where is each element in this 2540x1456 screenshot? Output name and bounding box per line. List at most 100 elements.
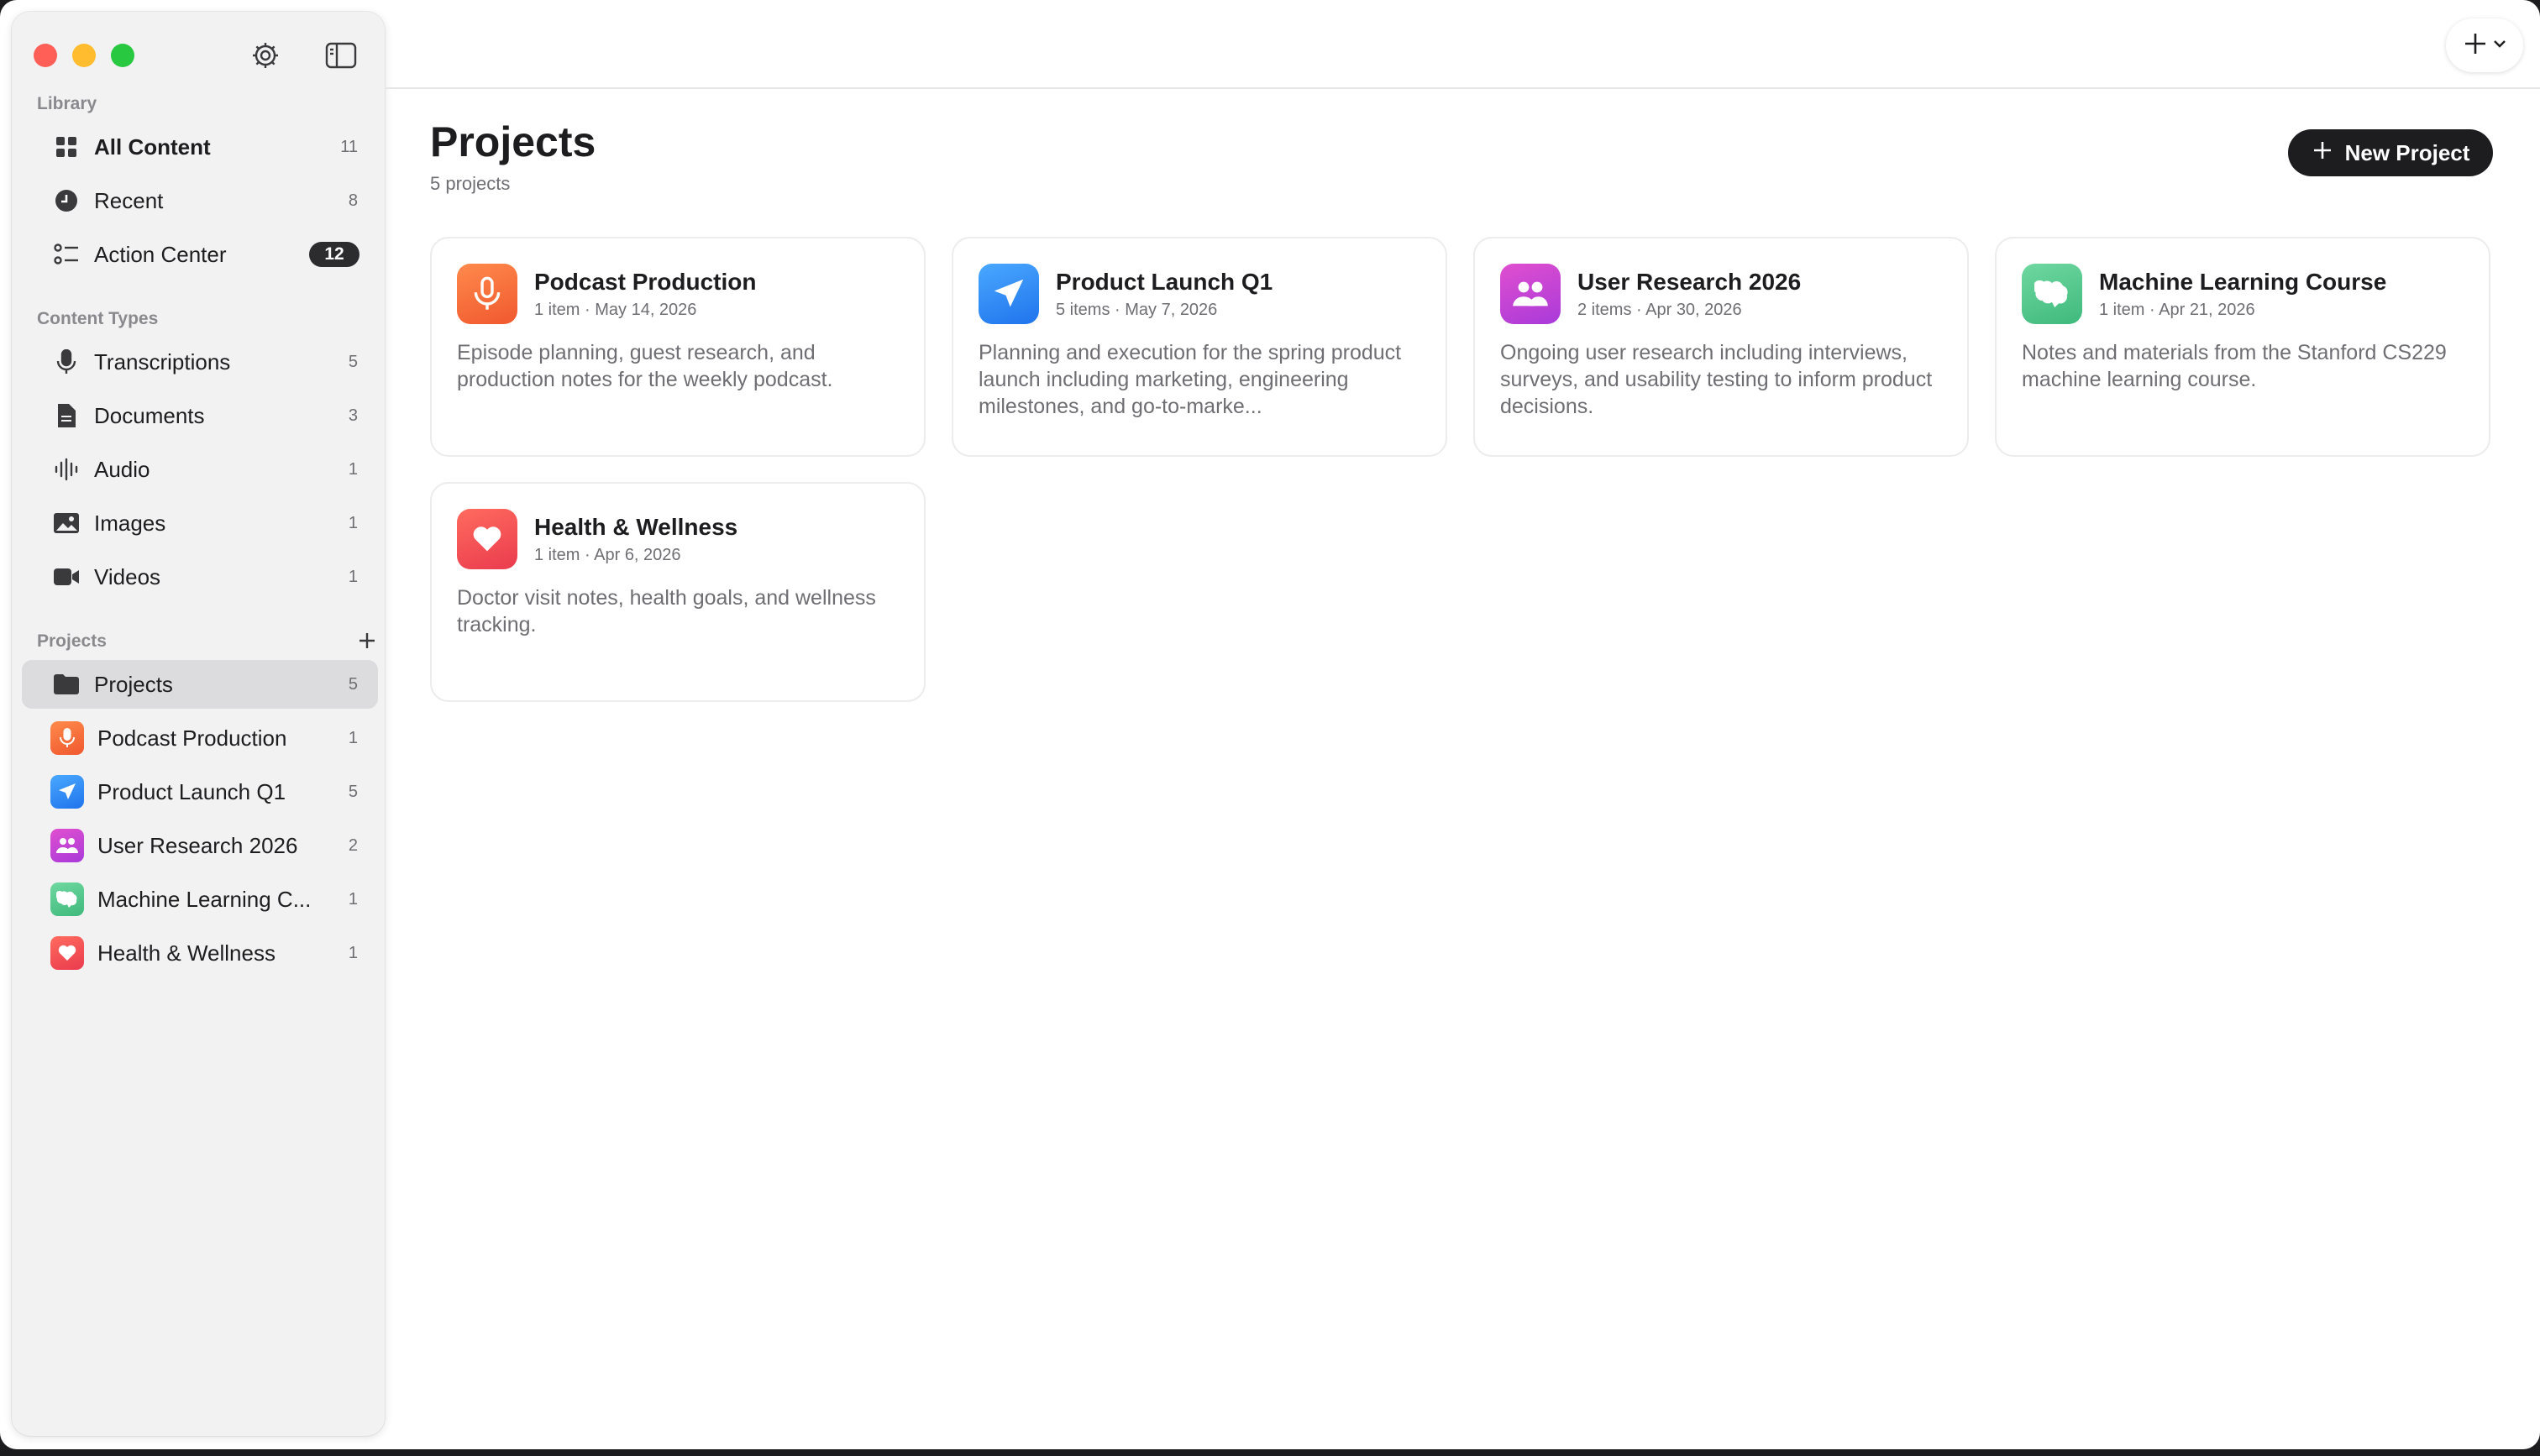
card-description: Ongoing user research including intervie… [1500, 341, 1933, 418]
microphone-icon [52, 348, 81, 376]
project-card-podcast-production[interactable]: Podcast Production 1 item · May 14, 2026… [430, 237, 926, 457]
settings-gear-icon[interactable] [249, 39, 282, 72]
card-meta: 1 item · Apr 21, 2026 [2099, 301, 2255, 319]
project-card-product-launch-q1[interactable]: Product Launch Q1 5 items · May 7, 2026 … [952, 237, 1447, 457]
sidebar-item-recent[interactable]: Recent 8 [22, 176, 378, 225]
sidebar-item-count: 5 [348, 782, 358, 801]
new-project-button[interactable]: New Project [2288, 129, 2493, 176]
sidebar-item-count: 1 [348, 728, 358, 747]
sidebar-item-podcast-production[interactable]: Podcast Production 1 [22, 714, 378, 762]
project-card-health-wellness[interactable]: Health & Wellness 1 item · Apr 6, 2026 D… [430, 482, 926, 702]
sidebar-item-count: 5 [348, 674, 358, 694]
sidebar-item-images[interactable]: Images 1 [22, 499, 378, 547]
card-meta: 2 items · Apr 30, 2026 [1577, 301, 1742, 319]
sidebar-item-label: Machine Learning C... [97, 886, 312, 912]
card-title: Machine Learning Course [2099, 269, 2387, 295]
close-window-button[interactable] [34, 44, 57, 67]
paper-plane-icon [50, 775, 84, 809]
card-title: Podcast Production [534, 269, 757, 295]
card-meta: 5 items · May 7, 2026 [1056, 301, 1218, 319]
sidebar-item-count: 2 [348, 835, 358, 855]
action-count-badge: 12 [309, 242, 359, 267]
grid-icon [52, 133, 81, 161]
card-meta: 1 item · Apr 6, 2026 [534, 546, 681, 564]
sidebar-item-count: 5 [348, 352, 358, 371]
sidebar-item-count: 1 [348, 513, 358, 532]
brain-icon [50, 883, 84, 916]
sidebar-item-count: 8 [348, 191, 358, 210]
sidebar-item-label: Product Launch Q1 [97, 778, 286, 804]
sidebar-item-projects[interactable]: Projects 5 [22, 660, 378, 709]
plus-icon [2463, 31, 2488, 60]
sidebar-item-label: Documents [94, 402, 205, 428]
microphone-icon [457, 264, 517, 324]
projects-section-label: Projects [37, 631, 107, 651]
toggle-sidebar-icon[interactable] [324, 39, 358, 72]
people-icon [1500, 264, 1561, 324]
clock-icon [52, 186, 81, 215]
card-meta: 1 item · May 14, 2026 [534, 301, 697, 319]
app-window: Library All Content 11 Recent 8 Action C… [0, 0, 2540, 1449]
brain-icon [2022, 264, 2082, 324]
sidebar-item-videos[interactable]: Videos 1 [22, 553, 378, 601]
content-types-section-label: Content Types [37, 309, 159, 328]
sidebar-item-machine-learning-course[interactable]: Machine Learning C... 1 [22, 875, 378, 924]
card-title: Product Launch Q1 [1056, 269, 1273, 295]
card-description: Notes and materials from the Stanford CS… [2022, 341, 2447, 391]
heart-icon [457, 509, 517, 569]
sidebar-item-label: Videos [94, 563, 161, 589]
sidebar-item-count: 1 [348, 459, 358, 479]
chevron-down-icon [2493, 38, 2506, 53]
card-title: Health & Wellness [534, 514, 738, 540]
sidebar-item-label: Audio [94, 456, 150, 482]
plus-icon [2312, 139, 2333, 167]
sidebar-item-label: Action Center [94, 241, 227, 267]
video-camera-icon [52, 563, 81, 591]
card-description: Planning and execution for the spring pr… [979, 341, 1402, 418]
sidebar-item-all-content[interactable]: All Content 11 [22, 123, 378, 171]
heart-icon [50, 936, 84, 970]
people-icon [50, 829, 84, 862]
zoom-window-button[interactable] [111, 44, 134, 67]
project-card-user-research-2026[interactable]: User Research 2026 2 items · Apr 30, 202… [1473, 237, 1969, 457]
sidebar-item-product-launch-q1[interactable]: Product Launch Q1 5 [22, 767, 378, 816]
minimize-window-button[interactable] [72, 44, 96, 67]
add-project-icon[interactable] [356, 630, 378, 652]
sidebar-item-count: 1 [348, 567, 358, 586]
sidebar-item-label: Projects [94, 671, 173, 697]
new-project-label: New Project [2344, 139, 2470, 165]
sidebar-item-count: 3 [348, 406, 358, 425]
project-count: 5 projects [430, 173, 511, 194]
document-icon [52, 401, 81, 430]
sidebar-item-label: Podcast Production [97, 725, 287, 751]
photo-icon [52, 509, 81, 537]
project-card-machine-learning-course[interactable]: Machine Learning Course 1 item · Apr 21,… [1995, 237, 2490, 457]
sidebar: Library All Content 11 Recent 8 Action C… [12, 12, 385, 1436]
sidebar-item-count: 1 [348, 943, 358, 962]
card-description: Doctor visit notes, health goals, and we… [457, 586, 876, 636]
folder-icon [52, 670, 81, 699]
sidebar-item-label: User Research 2026 [97, 832, 298, 858]
sidebar-item-health-wellness[interactable]: Health & Wellness 1 [22, 929, 378, 977]
sidebar-item-label: Recent [94, 187, 164, 213]
sidebar-item-count: 11 [340, 137, 358, 156]
paper-plane-icon [979, 264, 1039, 324]
sidebar-item-transcriptions[interactable]: Transcriptions 5 [22, 338, 378, 386]
sidebar-item-action-center[interactable]: Action Center 12 [22, 230, 378, 279]
sidebar-item-audio[interactable]: Audio 1 [22, 445, 378, 494]
toolbar-divider [385, 87, 2540, 89]
sidebar-item-label: Images [94, 510, 166, 536]
sidebar-item-label: Health & Wellness [97, 940, 276, 966]
sidebar-item-count: 1 [348, 889, 358, 909]
card-title: User Research 2026 [1577, 269, 1802, 295]
sidebar-item-label: All Content [94, 134, 211, 160]
add-menu-button[interactable] [2446, 18, 2523, 72]
sidebar-item-label: Transcriptions [94, 348, 231, 374]
sidebar-item-documents[interactable]: Documents 3 [22, 391, 378, 440]
checklist-icon [52, 240, 81, 269]
sidebar-item-user-research-2026[interactable]: User Research 2026 2 [22, 821, 378, 870]
card-description: Episode planning, guest research, and pr… [457, 341, 833, 391]
library-section-label: Library [37, 94, 97, 113]
waveform-icon [52, 455, 81, 484]
microphone-icon [50, 721, 84, 755]
